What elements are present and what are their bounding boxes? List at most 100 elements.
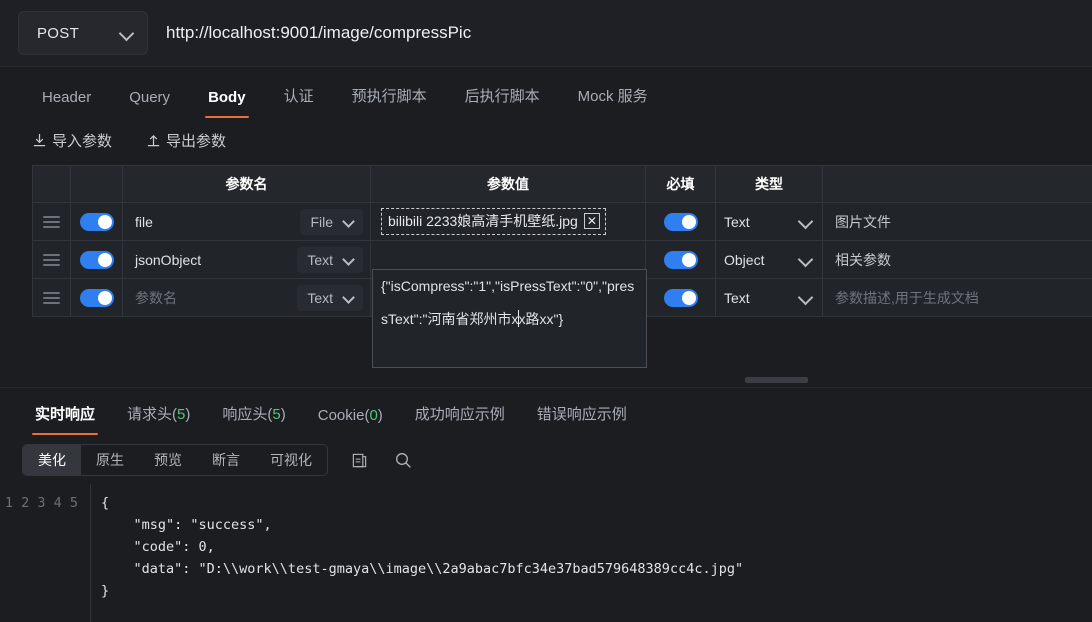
response-tab-request-headers-label: 请求头 [127,406,173,423]
th-drag [32,165,71,203]
tab-query[interactable]: Query [115,89,184,118]
param-desc-input[interactable]: 图片文件 [823,212,1092,232]
response-tab-success-example[interactable]: 成功响应示例 [402,403,518,435]
row-required-toggle[interactable] [663,288,698,307]
response-tab-response-headers[interactable]: 响应头(5) [209,403,298,435]
row-name-cell: 参数名 Text [122,278,371,317]
view-mode-visualize[interactable]: 可视化 [255,445,327,475]
row-name-cell: jsonObject Text [122,240,371,279]
chevron-down-icon [120,27,133,40]
param-value-textarea[interactable]: {"isCompress":"1","isPressText":"0","pre… [372,269,647,368]
row-enabled-cell [70,240,123,279]
tab-auth[interactable]: 认证 [270,85,328,118]
file-value-chip[interactable]: bilibili 2233娘高清手机壁纸.jpg ✕ [381,208,606,235]
response-tab-response-headers-label: 响应头 [222,406,268,423]
param-value-text-part1: {"isCompress":"1","isPressText":"0","pre… [381,278,635,327]
row-required-toggle[interactable] [663,250,698,269]
import-params-button[interactable]: 导入参数 [32,130,112,151]
row-drag-handle-cell[interactable] [32,202,71,241]
export-params-button[interactable]: 导出参数 [146,130,226,151]
chevron-down-icon[interactable] [799,291,812,304]
param-io-toolbar: 导入参数 导出参数 [0,118,1092,165]
search-response-button[interactable] [390,447,416,473]
row-enabled-toggle[interactable] [79,212,114,231]
param-type-value: Text [724,289,750,306]
param-name-input[interactable]: file [135,214,300,230]
param-name-type-value: File [310,213,333,230]
view-mode-beautify[interactable]: 美化 [23,445,81,475]
response-tab-request-headers[interactable]: 请求头(5) [114,403,203,435]
tab-pre-script[interactable]: 预执行脚本 [338,85,441,118]
url-bar: POST http://localhost:9001/image/compres… [0,0,1092,67]
row-type-cell: Text [715,278,823,317]
response-panel: 实时响应 请求头(5) 响应头(5) Cookie(0) 成功响应示例 错误响应… [0,388,1092,622]
chevron-down-icon [343,292,355,304]
response-tab-cookie-label: Cookie [317,407,365,424]
tab-header[interactable]: Header [28,89,105,118]
th-required: 必填 [645,165,716,203]
response-view-mode-group: 美化 原生 预览 断言 可视化 [22,444,328,476]
param-name-type-select[interactable]: Text [297,246,363,273]
drag-handle-icon[interactable] [33,253,70,266]
param-type-value: Object [724,251,765,268]
search-icon [396,453,411,468]
row-enabled-cell [70,202,123,241]
param-name-type-select[interactable]: File [300,208,363,235]
param-name-input[interactable]: jsonObject [135,252,297,268]
tab-mock-service[interactable]: Mock 服务 [564,85,662,118]
splitter-grip-handle[interactable] [745,377,808,383]
row-drag-handle-cell[interactable] [32,240,71,279]
row-required-cell [645,278,716,317]
th-enabled [70,165,123,203]
param-desc-input[interactable]: 相关参数 [823,250,1092,270]
chevron-down-icon[interactable] [799,253,812,266]
response-tab-error-example[interactable]: 错误响应示例 [524,403,640,435]
table-row: file File bilibili 2233娘高清手机壁纸.jpg ✕ Tex… [32,202,1092,241]
file-name-label: bilibili 2233娘高清手机壁纸.jpg [388,213,578,229]
row-required-cell [645,240,716,279]
drag-handle-icon[interactable] [33,215,70,228]
row-desc-cell: 参数描述,用于生成文档 [822,278,1092,317]
tab-post-script[interactable]: 后执行脚本 [451,85,554,118]
row-type-cell: Text [715,202,823,241]
row-drag-handle-cell[interactable] [32,278,71,317]
response-tab-realtime[interactable]: 实时响应 [22,403,108,435]
param-name-type-value: Text [307,251,333,268]
code-line-numbers: 1 2 3 4 5 [4,495,78,511]
request-url-input[interactable]: http://localhost:9001/image/compressPic [166,23,471,43]
remove-file-icon[interactable]: ✕ [583,213,600,229]
param-name-input[interactable]: 参数名 [135,288,297,308]
response-tab-cookie[interactable]: Cookie(0) [305,407,396,435]
param-value-text-part2: x路xx"} [518,311,564,327]
response-json-body[interactable]: { "msg": "success", "code": 0, "data": "… [90,484,1092,622]
export-arrow-up-icon [147,134,160,147]
row-enabled-toggle[interactable] [79,250,114,269]
th-param-name: 参数名 [122,165,371,203]
http-method-select[interactable]: POST [18,11,148,55]
th-param-value: 参数值 [370,165,646,203]
tab-body[interactable]: Body [194,89,260,118]
param-name-type-select[interactable]: Text [297,284,363,311]
cookie-count: 0 [369,407,378,424]
response-tab-error-example-label: 错误响应示例 [536,406,627,423]
view-mode-raw[interactable]: 原生 [81,445,139,475]
import-params-label: 导入参数 [52,133,113,150]
copy-response-button[interactable] [346,447,372,473]
th-type: 类型 [715,165,823,203]
http-method-value: POST [37,24,80,42]
chevron-down-icon [343,254,355,266]
row-required-toggle[interactable] [663,212,698,231]
chevron-down-icon [343,216,355,228]
row-value-cell: bilibili 2233娘高清手机壁纸.jpg ✕ [370,202,646,241]
drag-handle-icon[interactable] [33,291,70,304]
response-code-viewer: 1 2 3 4 5 { "msg": "success", "code": 0,… [0,484,1092,622]
th-description [822,165,1092,203]
param-desc-input[interactable]: 参数描述,用于生成文档 [823,288,1092,308]
view-mode-assert[interactable]: 断言 [197,445,255,475]
request-tabs: Header Query Body 认证 预执行脚本 后执行脚本 Mock 服务 [0,67,1092,118]
view-mode-preview[interactable]: 预览 [139,445,197,475]
chevron-down-icon[interactable] [799,215,812,228]
row-desc-cell: 图片文件 [822,202,1092,241]
response-headers-count: 5 [272,406,281,423]
row-enabled-toggle[interactable] [79,288,114,307]
